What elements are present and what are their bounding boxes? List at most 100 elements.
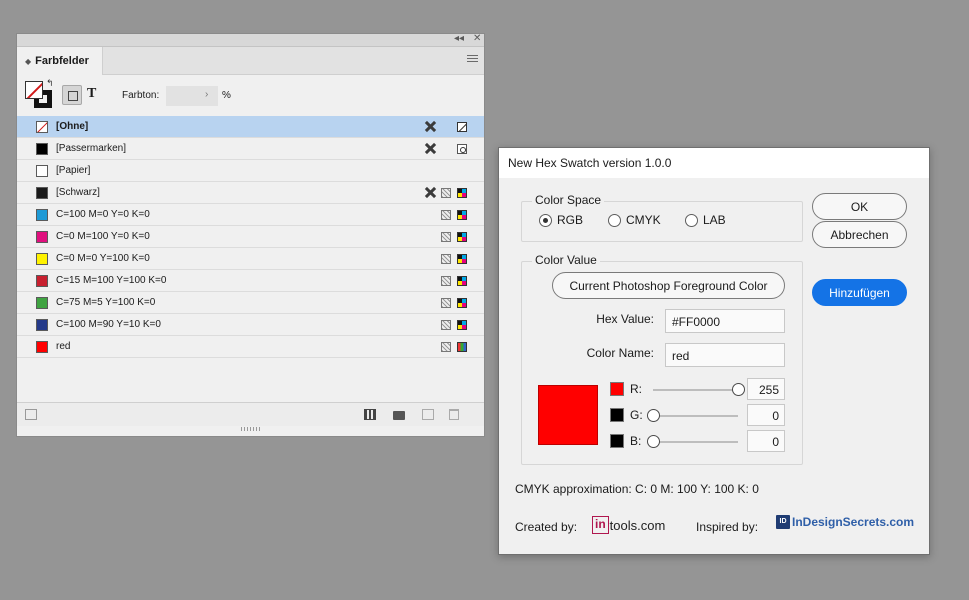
channel-value-field[interactable]: 0 [747,430,785,452]
indesignsecrets-logo[interactable]: ID InDesignSecrets.com [776,515,914,529]
channel-value-field[interactable]: 255 [747,378,785,400]
swatch-row[interactable]: C=0 M=100 Y=0 K=0 [17,226,484,248]
cmyk-mode-icon [457,254,467,264]
swatch-name: [Papier] [56,165,91,176]
process-color-icon [441,276,451,286]
tab-swatches[interactable]: ◆ Farbfelder [17,47,103,75]
tint-input[interactable] [166,86,218,106]
show-swatch-kinds-icon[interactable] [364,409,376,420]
channel-label: B: [630,434,642,448]
channel-color-chip [610,382,624,396]
collapse-icon[interactable]: ◂◂ [454,32,464,46]
swatch-color-chip [36,253,48,265]
channel-slider-track[interactable] [653,441,738,443]
swatch-row[interactable]: [Ohne] [17,116,484,138]
channel-value-field[interactable]: 0 [747,404,785,426]
formatting-container-button[interactable] [62,85,82,105]
swatch-name: [Schwarz] [56,187,100,198]
panel-bottom-bar [17,402,484,426]
formatting-text-button[interactable]: T [87,86,96,102]
cmyk-mode-icon [457,188,467,198]
cmyk-mode-icon [457,298,467,308]
swatch-row[interactable]: C=100 M=0 Y=0 K=0 [17,204,484,226]
chevron-updown-icon: ◆ [25,56,32,66]
hex-value-field[interactable]: #FF0000 [665,309,785,333]
none-mode-icon [457,122,467,132]
process-color-icon [441,342,451,352]
intools-logo-mark: in [592,516,609,534]
new-swatch-icon[interactable] [422,409,434,420]
no-edit-icon [424,142,437,155]
swatches-panel: ◂◂ ✕ ◆ Farbfelder ↰ T Farbton: › % [Ohne… [16,33,485,437]
color-name-label: Color Name: [586,346,654,360]
close-icon[interactable]: ✕ [473,32,481,46]
swatch-color-chip [36,319,48,331]
channel-color-chip [610,434,624,448]
channel-slider-thumb[interactable] [647,409,660,422]
color-name-field[interactable]: red [665,343,785,367]
photoshop-foreground-button[interactable]: Current Photoshop Foreground Color [552,272,785,299]
radio-cmyk-label: CMYK [626,213,661,227]
swatch-toolbar: ↰ T Farbton: › % [17,75,484,113]
process-color-icon [441,254,451,264]
swatch-row[interactable]: C=15 M=100 Y=100 K=0 [17,270,484,292]
process-color-icon [441,298,451,308]
fill-stroke-icon[interactable]: ↰ [25,78,54,109]
channel-slider-track[interactable] [653,389,738,391]
add-button[interactable]: Hinzufügen [812,279,907,306]
swatch-name: red [56,341,71,352]
swatch-row[interactable]: red [17,336,484,358]
swatch-color-chip [36,231,48,243]
library-icon[interactable] [25,409,37,420]
swatch-color-chip [36,341,48,353]
cmyk-approximation: CMYK approximation: C: 0 M: 100 Y: 100 K… [515,482,759,496]
swatch-row[interactable]: C=75 M=5 Y=100 K=0 [17,292,484,314]
rgb-mode-icon [457,342,467,352]
swatch-color-chip [36,297,48,309]
swatch-color-chip [36,165,48,177]
swatch-name: C=0 M=100 Y=0 K=0 [56,231,150,242]
intools-logo[interactable]: in tools.com [592,514,665,536]
fill-swatch-icon[interactable] [25,81,43,99]
tint-dropdown-icon[interactable]: › [205,89,208,100]
tint-percent: % [222,90,231,101]
radio-lab[interactable]: LAB [685,213,726,227]
swatch-name: C=100 M=0 Y=0 K=0 [56,209,150,220]
panel-tab-row: ◆ Farbfelder [17,47,484,75]
indesignsecrets-logo-text: InDesignSecrets.com [792,515,915,529]
radio-rgb[interactable]: RGB [539,213,583,227]
swatch-row[interactable]: C=0 M=0 Y=100 K=0 [17,248,484,270]
swap-arrow-icon[interactable]: ↰ [46,78,54,89]
channel-slider-thumb[interactable] [647,435,660,448]
swatch-color-chip [36,275,48,287]
channel-slider-thumb[interactable] [732,383,745,396]
ok-button[interactable]: OK [812,193,907,220]
process-color-icon [441,320,451,330]
panel-menu-icon[interactable] [467,55,478,64]
swatch-name: C=100 M=90 Y=10 K=0 [56,319,161,330]
inspired-by-label: Inspired by: [696,520,759,534]
panel-title-bar[interactable]: ◂◂ ✕ [17,32,484,47]
cmyk-mode-icon [457,276,467,286]
indesignsecrets-mark-icon: ID [776,515,790,529]
resize-grip-icon[interactable] [241,427,261,431]
swatch-name: C=15 M=100 Y=100 K=0 [56,275,167,286]
channel-slider-track[interactable] [653,415,738,417]
cancel-button[interactable]: Abbrechen [812,221,907,248]
tab-swatches-label: Farbfelder [35,55,89,67]
color-space-group: Color Space RGB CMYK LAB [521,193,803,242]
swatch-row[interactable]: [Papier] [17,160,484,182]
swatch-row[interactable]: C=100 M=90 Y=10 K=0 [17,314,484,336]
radio-cmyk[interactable]: CMYK [608,213,661,227]
new-hex-swatch-dialog: New Hex Swatch version 1.0.0 Color Space… [498,147,930,555]
delete-trash-icon[interactable] [449,409,459,420]
dialog-title: New Hex Swatch version 1.0.0 [499,148,929,178]
created-by-label: Created by: [515,520,578,534]
process-color-icon [441,188,451,198]
new-group-folder-icon[interactable] [393,411,405,420]
swatch-row[interactable]: [Passermarken] [17,138,484,160]
swatch-row[interactable]: [Schwarz] [17,182,484,204]
cmyk-mode-icon [457,320,467,330]
radio-dot-icon [685,213,698,227]
channel-label: G: [630,408,643,422]
